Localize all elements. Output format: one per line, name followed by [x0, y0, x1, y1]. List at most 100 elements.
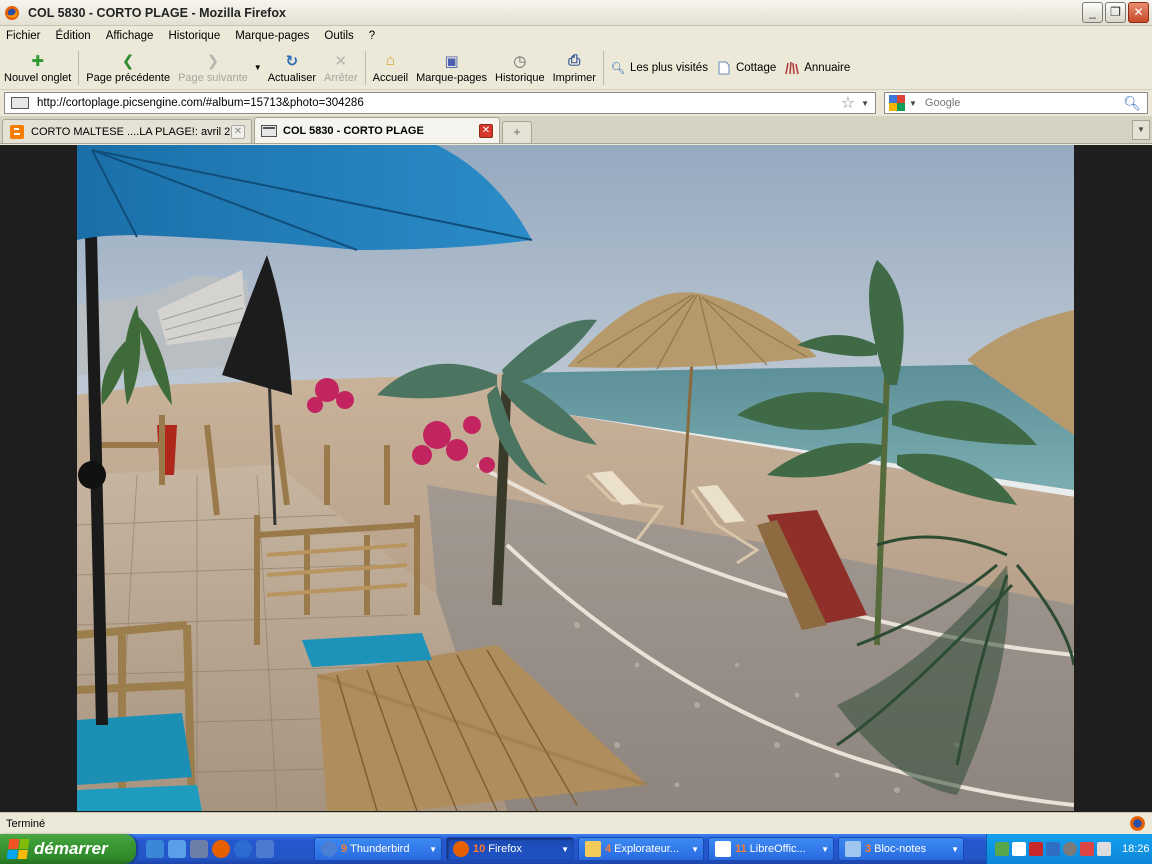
close-button[interactable]: ✕ — [1128, 2, 1149, 23]
blogger-icon — [9, 124, 25, 140]
reload-icon: ↻ — [285, 52, 299, 70]
task-notepad[interactable]: 3 Bloc-notes ▼ — [838, 837, 964, 861]
tab-list-dropdown[interactable]: ▼ — [1132, 120, 1150, 140]
forward-button[interactable]: ❯ Page suivante — [174, 47, 252, 89]
volume-icon[interactable] — [1097, 842, 1111, 856]
menu-edition[interactable]: Édition — [56, 30, 91, 42]
bookmark-cottage[interactable]: Cottage — [716, 60, 776, 76]
close-tab-icon[interactable]: ✕ — [479, 123, 493, 138]
history-button[interactable]: ◷ Historique — [491, 47, 549, 89]
chevron-down-icon: ▼ — [691, 844, 699, 854]
taskbar: démarrer 9 Thunderbird ▼ 10 Firefox ▼ 4 … — [0, 834, 1152, 864]
google-icon[interactable] — [889, 95, 905, 111]
status-bar: Terminé — [0, 812, 1152, 834]
minimize-button[interactable]: _ — [1082, 2, 1103, 23]
bookmark-label: Annuaire — [804, 61, 851, 74]
search-bar[interactable]: ▼ 🔍︎ — [884, 92, 1148, 114]
clock[interactable]: 18:26 — [1122, 843, 1150, 855]
new-tab-icon: ✚ — [31, 52, 44, 70]
task-label: Explorateur... — [614, 843, 679, 855]
bookmark-most-visited[interactable]: 🔍︎ Les plus visités — [610, 60, 708, 76]
url-text[interactable]: http://cortoplage.picsengine.com/#album=… — [37, 97, 841, 109]
search-page-icon: 🔍︎ — [610, 62, 626, 75]
firefox-icon — [5, 5, 19, 20]
bookmarks-button[interactable]: ▣ Marque-pages — [412, 47, 491, 89]
chevron-down-icon: ▼ — [253, 63, 262, 72]
task-label: Firefox — [488, 843, 522, 855]
home-button[interactable]: ⌂ Accueil — [369, 47, 412, 89]
chevron-down-icon[interactable]: ▼ — [861, 99, 869, 108]
task-count: 11 — [735, 843, 747, 855]
bookmark-label: Les plus visités — [629, 61, 708, 74]
tab-col-5830[interactable]: COL 5830 - CORTO PLAGE ✕ — [254, 117, 500, 143]
desktop-icon[interactable] — [190, 840, 208, 858]
task-thunderbird[interactable]: 9 Thunderbird ▼ — [314, 837, 442, 861]
globe-icon[interactable] — [1046, 842, 1060, 856]
menu-marque-pages[interactable]: Marque-pages — [235, 30, 309, 42]
bookmarks-icon: ▣ — [444, 52, 459, 70]
notepad-icon — [845, 841, 861, 857]
task-explorer[interactable]: 4 Explorateur... ▼ — [578, 837, 704, 861]
start-button[interactable]: démarrer — [0, 834, 136, 864]
history-dropdown[interactable]: ▼ — [252, 47, 264, 89]
home-icon: ⌂ — [385, 52, 395, 69]
media-player-icon[interactable] — [234, 840, 252, 858]
menu-historique[interactable]: Historique — [168, 30, 220, 42]
new-tab-button[interactable]: ✚ Nouvel onglet — [0, 47, 75, 89]
thunderbird-icon — [321, 841, 337, 857]
page-tray-icon[interactable] — [1012, 842, 1026, 856]
window-title: COL 5830 - CORTO PLAGE - Mozilla Firefox — [28, 5, 286, 20]
printer-icon: ⎙ — [568, 52, 581, 69]
task-label: Thunderbird — [350, 843, 410, 855]
quick-launch — [146, 840, 314, 858]
chevron-down-icon: ▼ — [561, 844, 569, 854]
chevron-down-icon[interactable]: ▼ — [909, 99, 917, 108]
task-firefox[interactable]: 10 Firefox ▼ — [446, 837, 574, 861]
new-tab-plus-button[interactable]: + — [502, 121, 532, 143]
task-libreoffice[interactable]: 11 LibreOffic... ▼ — [708, 837, 834, 861]
reload-button[interactable]: ↻ Actualiser — [264, 47, 320, 89]
menu-affichage[interactable]: Affichage — [106, 30, 154, 42]
title-bar: COL 5830 - CORTO PLAGE - Mozilla Firefox… — [0, 0, 1152, 26]
site-identity-icon[interactable] — [11, 97, 29, 109]
update-icon[interactable] — [1063, 842, 1077, 856]
stop-button[interactable]: ✕ Arrêter — [320, 47, 362, 89]
antivirus-icon[interactable] — [1029, 842, 1043, 856]
bookmarks-label: Marque-pages — [416, 71, 488, 84]
task-count: 3 — [865, 843, 872, 855]
back-button[interactable]: ❮ Page précédente — [82, 47, 174, 89]
status-text: Terminé — [6, 817, 46, 830]
firefox-status-icon[interactable] — [1129, 815, 1146, 832]
bookmark-annuaire[interactable]: Annuaire — [784, 60, 850, 76]
close-tab-icon[interactable]: ✕ — [231, 124, 245, 139]
history-label: Historique — [495, 71, 545, 84]
reload-label: Actualiser — [267, 71, 317, 84]
search-icon[interactable]: 🔍︎ — [1123, 95, 1141, 112]
url-bar[interactable]: http://cortoplage.picsengine.com/#album=… — [4, 92, 876, 114]
site-icon — [261, 123, 277, 139]
chevron-down-icon: ▼ — [821, 844, 829, 854]
menu-outils[interactable]: Outils — [324, 30, 353, 42]
outlook-icon[interactable] — [168, 840, 186, 858]
document-icon — [715, 841, 731, 857]
menu-bar: Fichier Édition Affichage Historique Mar… — [0, 26, 1152, 46]
network-icon[interactable] — [995, 842, 1009, 856]
search-input[interactable] — [924, 97, 1124, 109]
user-icon[interactable] — [256, 840, 274, 858]
url-row: http://cortoplage.picsengine.com/#album=… — [0, 90, 1152, 116]
folder-icon — [585, 841, 601, 857]
task-count: 9 — [341, 843, 348, 855]
task-count: 10 — [473, 843, 486, 855]
shield-icon[interactable] — [1080, 842, 1094, 856]
print-button[interactable]: ⎙ Imprimer — [549, 47, 600, 89]
tab-corto-maltese[interactable]: CORTO MALTESE ....LA PLAGE!: avril 2... … — [2, 119, 252, 143]
firefox-quick-icon[interactable] — [212, 840, 230, 858]
system-tray: 18:26 — [986, 834, 1152, 864]
back-arrow-icon: ❮ — [121, 52, 135, 70]
maximize-button[interactable]: ❐ — [1105, 2, 1126, 23]
ie-icon[interactable] — [146, 840, 164, 858]
menu-fichier[interactable]: Fichier — [6, 30, 41, 42]
star-icon[interactable]: ☆ — [841, 93, 855, 113]
task-label: LibreOffic... — [749, 843, 806, 855]
menu-help[interactable]: ? — [369, 30, 375, 42]
